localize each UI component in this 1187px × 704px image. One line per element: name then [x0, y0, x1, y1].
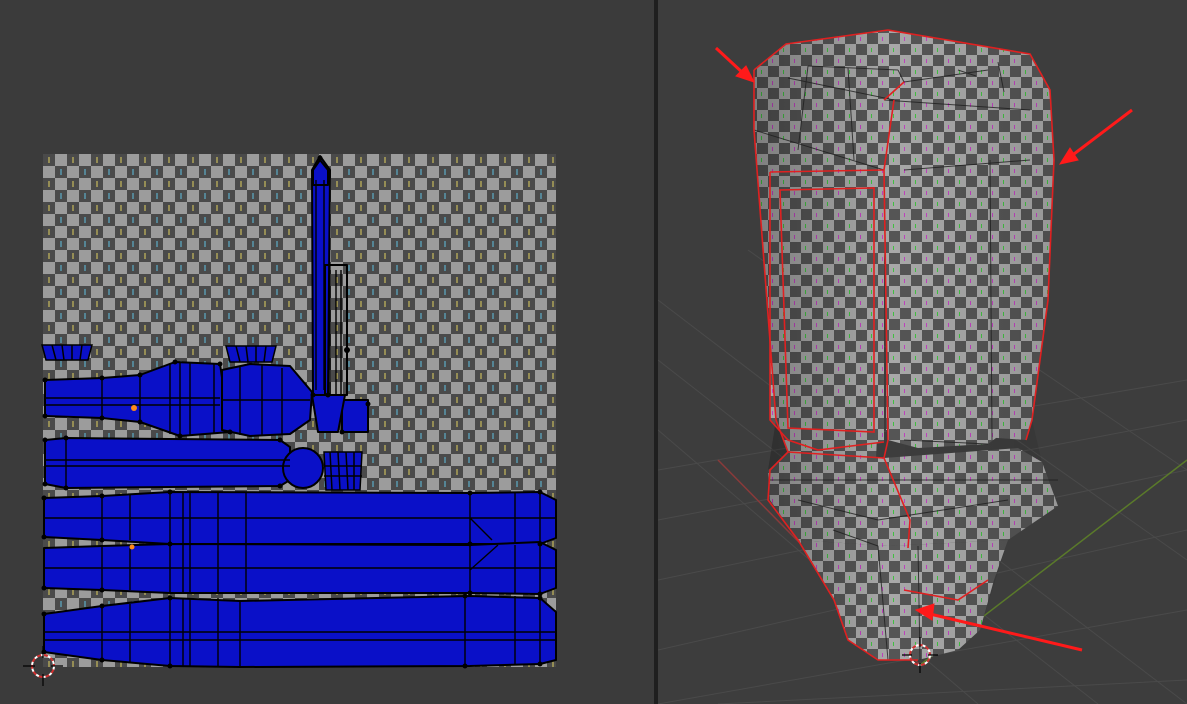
- mesh-shading: [754, 30, 1058, 660]
- uv-island-small-square[interactable]: [341, 399, 369, 433]
- uv-editor[interactable]: [0, 0, 654, 704]
- 3d-viewport[interactable]: [658, 0, 1187, 704]
- uv-editor-canvas[interactable]: [0, 0, 654, 704]
- viewport-canvas[interactable]: [658, 0, 1187, 704]
- uv-island-fan[interactable]: [311, 394, 346, 433]
- uv-island-row2-bar[interactable]: [44, 437, 291, 489]
- uv-fan-middle[interactable]: [225, 345, 277, 363]
- blender-window: [0, 0, 1187, 704]
- uv-island-disc[interactable]: [282, 447, 324, 489]
- uv-island-vertical-strip[interactable]: [311, 155, 331, 396]
- uv-fan-right[interactable]: [323, 451, 363, 491]
- arrow-top-right-icon: [1058, 108, 1133, 165]
- uv-fan-left[interactable]: [41, 344, 93, 361]
- arrow-top-left-icon: [714, 46, 755, 83]
- handle-mesh[interactable]: [753, 29, 1058, 673]
